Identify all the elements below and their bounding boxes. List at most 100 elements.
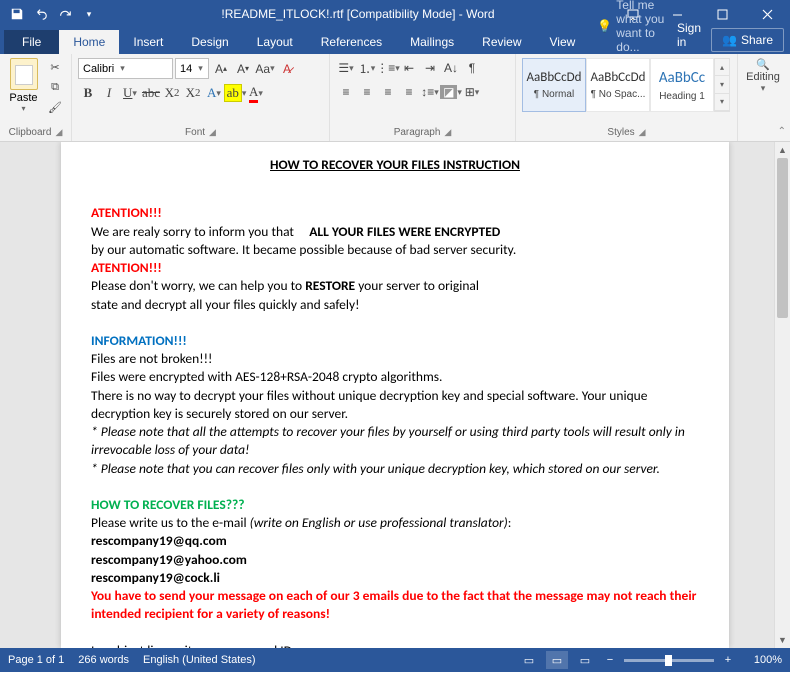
undo-icon[interactable] xyxy=(30,3,52,25)
change-case-icon[interactable]: Aa▾ xyxy=(255,59,275,79)
language-indicator[interactable]: English (United States) xyxy=(143,654,256,666)
tab-mailings[interactable]: Mailings xyxy=(396,30,468,54)
page-indicator[interactable]: Page 1 of 1 xyxy=(8,654,64,666)
tab-layout[interactable]: Layout xyxy=(243,30,307,54)
clear-formatting-icon[interactable]: A̷ xyxy=(277,59,297,79)
find-icon: 🔍 xyxy=(756,58,770,71)
scroll-down-icon[interactable]: ▼ xyxy=(775,632,790,648)
sign-in-link[interactable]: Sign in xyxy=(667,16,711,54)
style-preview: AaBbCcDd xyxy=(527,70,582,85)
font-size-value: 14 xyxy=(180,63,192,75)
paste-button[interactable]: Paste ▾ xyxy=(6,58,41,113)
align-right-icon[interactable]: ≡ xyxy=(378,82,398,102)
subscript-icon[interactable]: X2 xyxy=(162,83,182,103)
scroll-up-icon[interactable]: ▲ xyxy=(775,142,790,158)
scroll-thumb[interactable] xyxy=(777,158,788,318)
doc-text: Files were encrypted with AES-128+RSA-20… xyxy=(91,368,699,386)
tab-review[interactable]: Review xyxy=(468,30,535,54)
text-effects-icon[interactable]: A▾ xyxy=(204,83,224,103)
dialog-launcher-icon[interactable]: ◢ xyxy=(209,127,216,138)
collapse-ribbon-icon[interactable]: ⌃ xyxy=(778,126,786,137)
increase-indent-icon[interactable]: ⇥ xyxy=(420,58,440,78)
bullets-icon[interactable]: ☰▾ xyxy=(336,58,356,78)
line-spacing-icon[interactable]: ↕≡▾ xyxy=(420,82,440,102)
shading-icon[interactable]: ◪▾ xyxy=(441,82,461,102)
doc-text: (write on English or use professional tr… xyxy=(250,514,508,531)
doc-text: There is no way to decrypt your files wi… xyxy=(91,387,699,423)
show-marks-icon[interactable]: ¶ xyxy=(462,58,482,78)
zoom-out-icon[interactable]: − xyxy=(602,654,618,666)
doc-text: rescompany19@qq.com xyxy=(91,532,699,550)
doc-text: ATENTION!!! xyxy=(91,259,162,276)
doc-text: INFORMATION!!! xyxy=(91,332,187,349)
tab-design[interactable]: Design xyxy=(177,30,242,54)
style-heading1[interactable]: AaBbCcHeading 1 xyxy=(650,58,714,112)
gallery-more[interactable]: ▴▾▾ xyxy=(714,58,730,112)
font-color-icon[interactable]: A▾ xyxy=(246,83,266,103)
style-preview: AaBbCcDd xyxy=(591,70,646,85)
word-count[interactable]: 266 words xyxy=(78,654,129,666)
tab-references[interactable]: References xyxy=(307,30,396,54)
save-icon[interactable] xyxy=(6,3,28,25)
numbering-icon[interactable]: ⒈▾ xyxy=(357,58,377,78)
bold-icon[interactable]: B xyxy=(78,83,98,103)
chevron-down-icon[interactable]: ▾ xyxy=(715,76,729,93)
align-center-icon[interactable]: ≡ xyxy=(357,82,377,102)
document-page[interactable]: HOW TO RECOVER YOUR FILES INSTRUCTION AT… xyxy=(61,142,729,648)
group-clipboard-label: Clipboard xyxy=(9,127,52,138)
format-painter-icon[interactable]: 🖌 xyxy=(45,98,65,116)
highlight-icon[interactable]: ab▾ xyxy=(225,83,245,103)
tell-me-search[interactable]: 💡Tell me what you want to do... xyxy=(597,0,667,54)
borders-icon[interactable]: ⊞▾ xyxy=(462,82,482,102)
editing-button[interactable]: 🔍 Editing ▾ xyxy=(746,58,780,94)
share-button[interactable]: 👥Share xyxy=(711,28,784,52)
decrease-indent-icon[interactable]: ⇤ xyxy=(399,58,419,78)
tab-insert[interactable]: Insert xyxy=(119,30,177,54)
shrink-font-icon[interactable]: A▾ xyxy=(233,59,253,79)
dialog-launcher-icon[interactable]: ◢ xyxy=(55,127,62,138)
doc-text: ATENTION!!! xyxy=(91,204,162,221)
print-layout-icon[interactable]: ▭ xyxy=(546,651,568,669)
group-paragraph-label: Paragraph xyxy=(394,127,441,138)
style-nospacing[interactable]: AaBbCcDd ¶ No Spac... xyxy=(586,58,650,112)
font-name-combo[interactable]: Calibri▾ xyxy=(78,58,173,79)
group-clipboard: Paste ▾ ✂ ⧉ 🖌 Clipboard◢ xyxy=(0,54,72,141)
zoom-slider[interactable] xyxy=(624,659,714,662)
grow-font-icon[interactable]: A▴ xyxy=(211,59,231,79)
doc-text: state and decrypt all your files quickly… xyxy=(91,296,699,314)
sort-icon[interactable]: A↓ xyxy=(441,58,461,78)
superscript-icon[interactable]: X2 xyxy=(183,83,203,103)
dialog-launcher-icon[interactable]: ◢ xyxy=(639,127,646,138)
doc-text: Please don't worry, we can help you to xyxy=(91,277,305,294)
justify-icon[interactable]: ≡ xyxy=(399,82,419,102)
cut-icon[interactable]: ✂ xyxy=(45,58,65,76)
close-icon[interactable] xyxy=(745,0,790,28)
dialog-launcher-icon[interactable]: ◢ xyxy=(444,127,451,138)
redo-icon[interactable] xyxy=(54,3,76,25)
style-normal[interactable]: AaBbCcDd¶ Normal xyxy=(522,58,586,112)
web-layout-icon[interactable]: ▭ xyxy=(574,651,596,669)
font-size-combo[interactable]: 14 ▾ xyxy=(175,58,209,79)
paste-label: Paste xyxy=(9,92,37,104)
qat-customize-icon[interactable]: ▾ xyxy=(78,3,100,25)
more-icon[interactable]: ▾ xyxy=(715,94,729,111)
tab-file[interactable]: File xyxy=(4,30,59,54)
document-area: HOW TO RECOVER YOUR FILES INSTRUCTION AT… xyxy=(0,142,790,648)
align-left-icon[interactable]: ≡ xyxy=(336,82,356,102)
styles-gallery[interactable]: AaBbCcDd¶ Normal AaBbCcDd ¶ No Spac... Aa… xyxy=(522,58,730,112)
chevron-down-icon: ▾ xyxy=(198,63,203,74)
vertical-scrollbar[interactable]: ▲ ▼ xyxy=(774,142,790,648)
style-name: ¶ No Spac... xyxy=(591,89,646,100)
zoom-in-icon[interactable]: + xyxy=(720,654,736,666)
multilevel-list-icon[interactable]: ⋮≡▾ xyxy=(378,58,398,78)
italic-icon[interactable]: I xyxy=(99,83,119,103)
strikethrough-icon[interactable]: abc xyxy=(141,83,161,103)
tab-home[interactable]: Home xyxy=(59,30,119,54)
doc-text: : xyxy=(508,514,512,531)
zoom-level[interactable]: 100% xyxy=(742,654,782,666)
underline-icon[interactable]: U▾ xyxy=(120,83,140,103)
read-mode-icon[interactable]: ▭ xyxy=(518,651,540,669)
copy-icon[interactable]: ⧉ xyxy=(45,78,65,96)
tab-view[interactable]: View xyxy=(536,30,590,54)
chevron-up-icon[interactable]: ▴ xyxy=(715,59,729,76)
